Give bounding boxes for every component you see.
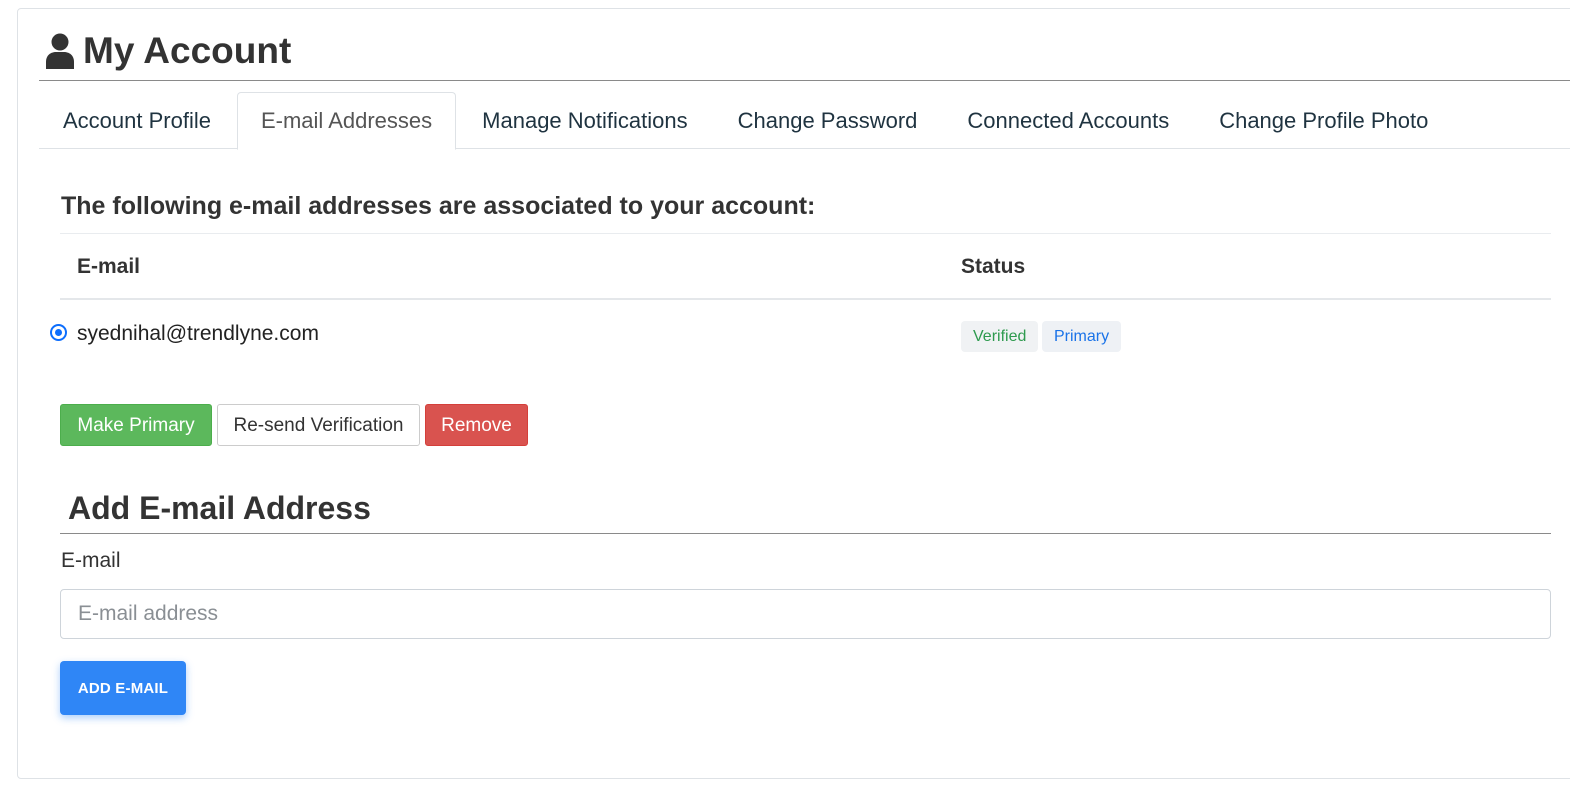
make-primary-button[interactable]: Make Primary <box>60 404 212 446</box>
title-divider <box>39 80 1570 81</box>
emails-section-heading: The following e-mail addresses are assoc… <box>61 192 816 220</box>
verified-badge: Verified <box>961 321 1039 352</box>
email-field-label: E-mail <box>61 549 121 572</box>
tab-change-profile-photo[interactable]: Change Profile Photo <box>1195 92 1452 149</box>
email-address: syednihal@trendlyne.com <box>77 322 319 345</box>
tab-change-password[interactable]: Change Password <box>714 92 942 149</box>
page-title: My Account <box>45 28 291 74</box>
account-tabs: Account Profile E-mail Addresses Manage … <box>39 92 1570 150</box>
column-header-email: E-mail <box>77 255 141 278</box>
email-select-radio[interactable] <box>50 324 67 341</box>
tab-account-profile[interactable]: Account Profile <box>39 92 235 149</box>
add-email-heading: Add E-mail Address <box>68 490 371 526</box>
table-top-divider <box>60 233 1551 234</box>
add-email-button[interactable]: ADD E-MAIL <box>60 661 186 715</box>
column-header-status: Status <box>961 255 1026 278</box>
table-header-divider <box>60 298 1551 300</box>
add-email-divider <box>60 533 1551 534</box>
primary-badge: Primary <box>1042 321 1122 352</box>
email-field[interactable] <box>60 589 1551 639</box>
remove-button[interactable]: Remove <box>425 404 528 446</box>
tab-connected-accounts[interactable]: Connected Accounts <box>943 92 1193 149</box>
tab-manage-notifications[interactable]: Manage Notifications <box>458 92 711 149</box>
user-icon <box>45 33 75 69</box>
tab-email-addresses[interactable]: E-mail Addresses <box>236 92 457 150</box>
page-title-text: My Account <box>83 30 292 71</box>
resend-verification-button[interactable]: Re-send Verification <box>217 404 420 446</box>
